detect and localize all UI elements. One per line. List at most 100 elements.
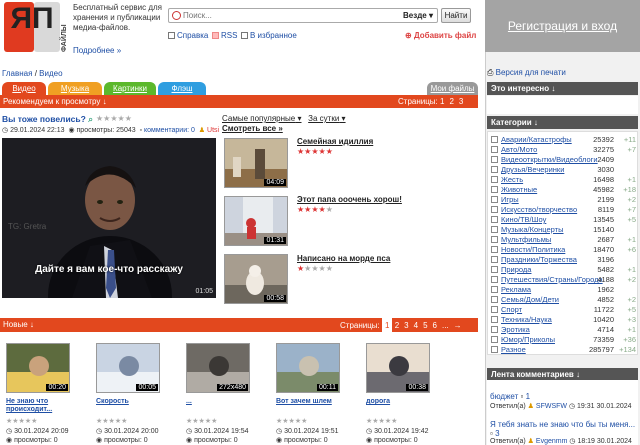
tab-music[interactable]: Музыка bbox=[48, 82, 102, 96]
period-label: За сутки bbox=[308, 114, 340, 123]
page-link[interactable]: 3 bbox=[404, 319, 408, 333]
register-login-link[interactable]: Регистрация и вход bbox=[485, 0, 640, 52]
new-video-date: ◷ 30.01.2024 19:42 bbox=[366, 427, 429, 435]
new-video-thumb[interactable]: 00:11 bbox=[276, 343, 340, 393]
video-time: 01:05 bbox=[195, 288, 213, 295]
page-link[interactable]: 1 bbox=[440, 95, 444, 108]
user-icon: ♟ bbox=[527, 403, 534, 410]
help-link[interactable]: Справка bbox=[168, 31, 208, 40]
side-video-title[interactable]: Написано на морде пса bbox=[297, 254, 390, 263]
new-video-title[interactable]: Вот зачем шлем bbox=[276, 398, 348, 406]
new-video-rating[interactable]: ★★★★★ bbox=[276, 417, 307, 425]
search-scope-select[interactable]: Везде ▾ bbox=[403, 11, 433, 20]
folder-icon bbox=[491, 306, 498, 313]
next-page-arrow[interactable]: → bbox=[454, 319, 462, 333]
folder-icon bbox=[491, 246, 498, 253]
tab-video[interactable]: Видео bbox=[2, 82, 46, 96]
print-version-link[interactable]: ⎙ Версия для печати bbox=[487, 68, 566, 78]
new-video-rating[interactable]: ★★★★★ bbox=[6, 417, 37, 425]
new-video-views: ◉ просмотры: 0 bbox=[186, 436, 238, 444]
folder-icon bbox=[491, 296, 498, 303]
category-item[interactable]: Разное 285797 +134 bbox=[488, 344, 638, 355]
page-link[interactable]: 4 bbox=[414, 319, 418, 333]
side-video-thumb[interactable]: 04:09 bbox=[224, 138, 288, 188]
page-link-current[interactable]: 1 bbox=[382, 318, 393, 334]
interesting-title[interactable]: Это интересно ↓ bbox=[487, 82, 638, 95]
side-video-rating[interactable]: ★★★★★ bbox=[297, 264, 333, 273]
sort-select[interactable]: Самые популярные ▾ bbox=[222, 114, 302, 123]
folder-icon bbox=[491, 286, 498, 293]
page-link[interactable]: ... bbox=[442, 319, 449, 333]
featured-comments-link[interactable]: комментарии: 0 bbox=[144, 127, 195, 134]
more-link[interactable]: Подробнее » bbox=[73, 46, 121, 55]
side-video-title[interactable]: Этот папа ооочень хорош! bbox=[297, 195, 402, 204]
comment-user[interactable]: SFWSFW bbox=[536, 403, 567, 410]
watch-all-link[interactable]: Смотреть все » bbox=[222, 124, 283, 133]
new-video-rating[interactable]: ★★★★★ bbox=[366, 417, 397, 425]
side-video-thumb[interactable]: 00:58 bbox=[224, 254, 288, 304]
tab-video-label: Видео bbox=[12, 84, 36, 93]
new-video-thumb[interactable]: 272x480 bbox=[186, 343, 250, 393]
eye-icon: ◉ bbox=[96, 437, 105, 444]
search-button[interactable]: Найти bbox=[441, 8, 471, 23]
comment-user[interactable]: Evgenmm bbox=[536, 438, 568, 445]
featured-user[interactable]: Utsi bbox=[207, 127, 219, 134]
add-file-button[interactable]: ⊕ Добавить файл bbox=[405, 31, 476, 40]
folder-icon bbox=[491, 176, 498, 183]
logo-vertical-text: ФАЙЛЫ bbox=[61, 24, 68, 52]
new-videos-label[interactable]: Новые ↓ bbox=[3, 318, 34, 332]
side-video-rating[interactable]: ★★★★★ bbox=[297, 147, 333, 156]
page-link[interactable]: 2 bbox=[449, 95, 453, 108]
new-video-thumb[interactable]: 00:38 bbox=[366, 343, 430, 393]
tab-music-label: Музыка bbox=[60, 84, 90, 93]
my-files-label: Мои файлы bbox=[430, 84, 475, 93]
breadcrumb-current[interactable]: Видео bbox=[39, 69, 62, 78]
new-video-title[interactable]: дорога bbox=[366, 398, 438, 406]
site-logo[interactable]: ЯП ФАЙЛЫ bbox=[4, 2, 68, 56]
favorites-link[interactable]: В избранное bbox=[241, 31, 297, 40]
folder-icon bbox=[491, 336, 498, 343]
page-link[interactable]: 6 bbox=[433, 319, 437, 333]
page-link[interactable]: 2 bbox=[395, 319, 399, 333]
side-video-thumb[interactable]: 01:31 bbox=[224, 196, 288, 246]
comment-title-link[interactable]: бюджет bbox=[490, 392, 518, 401]
eye-icon: ◉ bbox=[6, 437, 15, 444]
featured-rating[interactable]: ★★★★★ bbox=[96, 114, 132, 123]
new-video-date-text: 30.01.2024 20:00 bbox=[104, 428, 159, 435]
new-video-rating[interactable]: ★★★★★ bbox=[96, 417, 127, 425]
my-files-tab[interactable]: Мои файлы bbox=[427, 82, 478, 96]
new-video-thumb[interactable]: 00:05 bbox=[96, 343, 160, 393]
user-icon: ♟ bbox=[198, 127, 206, 134]
category-count: 285797 bbox=[588, 345, 614, 354]
video-player[interactable]: TG: Gretra Дайте я вам кое-что расскажу … bbox=[2, 138, 216, 298]
new-video-title[interactable]: Скорость bbox=[96, 398, 168, 406]
site-tagline: Бесплатный сервис для хранения и публика… bbox=[73, 3, 163, 32]
new-video-title[interactable]: ... bbox=[186, 398, 258, 406]
clock-icon: ◷ bbox=[568, 403, 576, 410]
search-input[interactable] bbox=[183, 10, 383, 21]
folder-icon bbox=[491, 316, 498, 323]
categories-title[interactable]: Категории ↓ bbox=[487, 116, 638, 129]
comment-count[interactable]: 1 bbox=[526, 392, 530, 401]
side-video-title[interactable]: Семейная идиллия bbox=[297, 137, 373, 146]
folder-icon bbox=[491, 226, 498, 233]
duration-badge: 272x480 bbox=[217, 384, 248, 391]
page-link[interactable]: 3 bbox=[459, 95, 463, 108]
new-video-title[interactable]: Не знаю что происходит... bbox=[6, 398, 78, 414]
search-icon bbox=[172, 11, 181, 20]
featured-title-link[interactable]: Вы тоже повелись? bbox=[2, 114, 86, 124]
side-video-rating[interactable]: ★★★★★ bbox=[297, 205, 333, 214]
category-list: Аварии/Катастрофы 25392 +11 Авто/Мото 32275 +… bbox=[487, 131, 638, 355]
period-select[interactable]: За сутки ▾ bbox=[308, 114, 345, 123]
new-video-rating[interactable]: ★★★★★ bbox=[186, 417, 217, 425]
add-file-label: Добавить файл bbox=[413, 31, 477, 40]
new-video-date: ◷ 30.01.2024 19:51 bbox=[276, 427, 339, 435]
page-link[interactable]: 5 bbox=[423, 319, 427, 333]
rss-link[interactable]: RSS bbox=[212, 31, 237, 40]
recommend-label[interactable]: Рекомендуем к просмотру ↓ bbox=[3, 95, 107, 108]
comment-title-link[interactable]: Я тебя знать не знаю что бы ты меня... bbox=[490, 420, 635, 429]
tab-flash[interactable]: Флэш bbox=[158, 82, 206, 96]
new-video-thumb[interactable]: 00:20 bbox=[6, 343, 70, 393]
breadcrumb-home[interactable]: Главная bbox=[2, 69, 32, 78]
tab-pictures[interactable]: Картинки bbox=[104, 82, 156, 96]
